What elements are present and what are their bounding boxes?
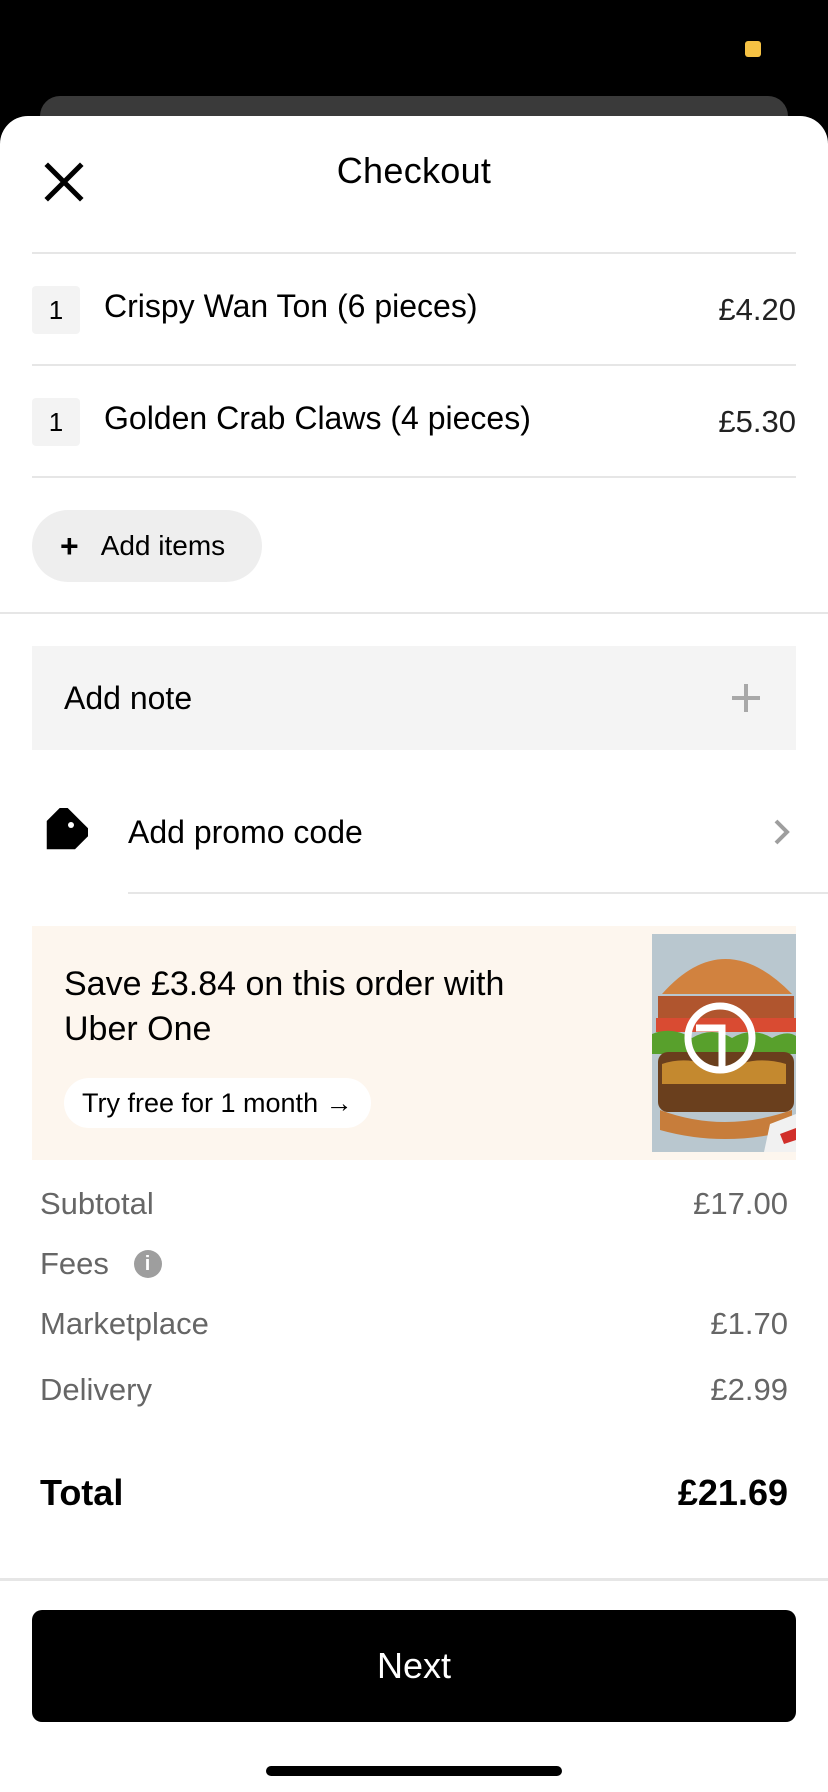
add-items-button[interactable]: + Add items [32, 510, 262, 582]
fees-label: Fees [40, 1246, 109, 1281]
total-label: Total [40, 1472, 124, 1513]
add-note-button[interactable]: Add note [32, 646, 796, 750]
subtotal-value: £17.00 [693, 1186, 788, 1221]
item-price: £5.30 [718, 404, 796, 439]
page-title: Checkout [336, 150, 492, 191]
marketplace-row: Marketplace £1.70 [40, 1306, 788, 1342]
item-quantity[interactable]: 1 [32, 398, 80, 446]
total-value: £21.69 [677, 1472, 788, 1513]
add-note-label: Add note [64, 680, 193, 716]
checkout-screen: Checkout 1 Crispy Wan Ton (6 pieces) £4.… [0, 0, 828, 1792]
add-promo-code-row[interactable]: Add promo code [0, 776, 828, 888]
add-items-label: Add items [100, 530, 226, 561]
burger-image [652, 934, 796, 1152]
delivery-value: £2.99 [710, 1372, 788, 1407]
header: Checkout [0, 116, 828, 252]
next-button[interactable]: Next [32, 1610, 796, 1722]
item-quantity[interactable]: 1 [32, 286, 80, 334]
item-price: £4.20 [718, 292, 796, 327]
tag-icon [46, 808, 88, 850]
total-row: Total £21.69 [40, 1472, 788, 1514]
delivery-row: Delivery £2.99 [40, 1372, 788, 1408]
try-free-button[interactable]: Try free for 1 month → [64, 1078, 371, 1128]
privacy-indicator [745, 41, 761, 57]
plus-icon: + [60, 528, 79, 564]
uber-one-headline: Save £3.84 on this order with Uber One [64, 965, 505, 1048]
marketplace-value: £1.70 [710, 1306, 788, 1341]
cart-item[interactable]: 1 Golden Crab Claws (4 pieces) £5.30 [32, 364, 796, 476]
divider [128, 892, 828, 894]
footer-divider [0, 1578, 828, 1581]
divider [32, 476, 796, 478]
item-name: Crispy Wan Ton (6 pieces) [104, 288, 478, 324]
marketplace-label: Marketplace [40, 1306, 209, 1341]
home-indicator [266, 1766, 562, 1776]
cart-item[interactable]: 1 Crispy Wan Ton (6 pieces) £4.20 [32, 252, 796, 364]
item-name: Golden Crab Claws (4 pieces) [104, 400, 531, 436]
add-promo-code-label: Add promo code [128, 814, 363, 850]
subtotal-label: Subtotal [40, 1186, 154, 1221]
chevron-right-icon [774, 819, 790, 845]
uber-one-banner[interactable]: Save £3.84 on this order with Uber One T… [32, 926, 796, 1160]
section-divider [0, 612, 828, 614]
fees-row: Fees i [40, 1246, 788, 1282]
plus-icon [732, 684, 760, 712]
info-icon[interactable]: i [133, 1249, 162, 1278]
checkout-sheet: Checkout 1 Crispy Wan Ton (6 pieces) £4.… [0, 116, 828, 1792]
subtotal-row: Subtotal £17.00 [40, 1186, 788, 1222]
delivery-label: Delivery [40, 1372, 152, 1407]
